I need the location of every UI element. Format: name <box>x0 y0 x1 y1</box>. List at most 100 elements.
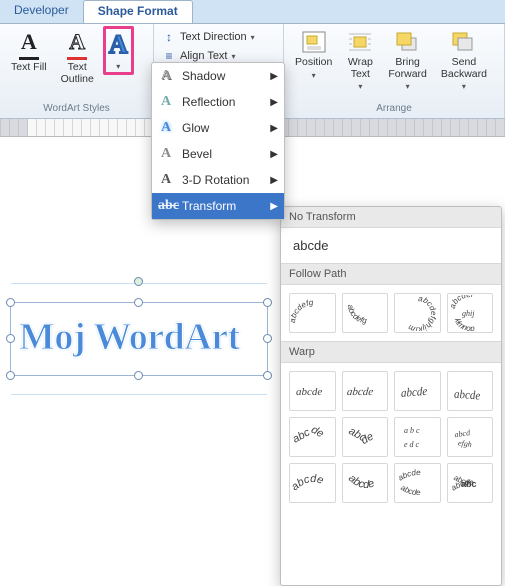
transform-arch-up[interactable]: abcdefg <box>289 293 336 333</box>
transform-icon: abc <box>158 198 174 214</box>
group-label-arrange: Arrange <box>290 103 498 116</box>
transform-warp-ring-out[interactable]: abcdefgh <box>447 417 494 457</box>
svg-text:abcde: abcde <box>401 384 427 400</box>
submenu-arrow-icon: ▶ <box>270 175 278 186</box>
text-direction-icon: ↕ <box>162 30 176 44</box>
transform-warp-plain[interactable]: abcde <box>289 371 336 411</box>
menu-shadow[interactable]: A Shadow▶ <box>152 63 284 89</box>
chevron-down-icon: ▾ <box>116 62 120 71</box>
chevron-down-icon: ▾ <box>358 82 362 91</box>
svg-text:ghij: ghij <box>462 309 475 318</box>
svg-text:abcde: abcde <box>291 473 325 493</box>
wrap-text-button[interactable]: Wrap Text ▾ <box>341 26 379 94</box>
svg-text:abcdefg: abcdefg <box>346 304 368 325</box>
text-effects-dropdown: A Shadow▶ A Reflection▶ A Glow▶ A Bevel▶… <box>151 62 285 220</box>
chevron-down-icon: ▾ <box>406 82 410 91</box>
align-text-icon: ≡ <box>162 49 176 63</box>
svg-text:abcdefg: abcdefg <box>291 298 314 323</box>
transform-warp-dbl-arch2[interactable]: abcdeabcabcde <box>447 463 494 503</box>
svg-text:abcde: abcde <box>399 483 421 497</box>
transform-warp-arch-down[interactable]: abcde <box>342 463 389 503</box>
transform-warp-chev-up[interactable]: abcde <box>289 417 336 457</box>
rotate-handle[interactable] <box>134 277 143 286</box>
group-arrange: Position ▾ Wrap Text ▾ Bring Forward ▾ <box>284 24 505 118</box>
shadow-icon: A <box>158 68 174 84</box>
svg-text:abcde: abcde <box>346 425 375 447</box>
resize-handle[interactable] <box>263 334 272 343</box>
chevron-down-icon: ▾ <box>232 52 236 61</box>
chevron-down-icon: ▾ <box>251 33 255 42</box>
group-label-wordart: WordArt Styles <box>6 103 147 116</box>
transform-warp-stop[interactable]: abcde <box>342 371 389 411</box>
resize-handle[interactable] <box>134 298 143 307</box>
resize-handle[interactable] <box>263 298 272 307</box>
resize-handle[interactable] <box>6 371 15 380</box>
svg-text:abcdefghijklm: abcdefghijklm <box>407 295 438 331</box>
wordart-text[interactable]: Moj WordArt <box>11 303 267 371</box>
submenu-arrow-icon: ▶ <box>270 97 278 108</box>
transform-warp-arch-up[interactable]: abcde <box>289 463 336 503</box>
position-button[interactable]: Position ▾ <box>290 26 337 83</box>
wordart-selection[interactable]: Moj WordArt <box>10 302 268 376</box>
svg-text:klmnop: klmnop <box>453 317 476 331</box>
svg-text:abcde: abcde <box>346 386 374 398</box>
submenu-arrow-icon: ▶ <box>270 123 278 134</box>
rotation-3d-icon: A <box>158 172 174 188</box>
menu-reflection[interactable]: A Reflection▶ <box>152 89 284 115</box>
resize-handle[interactable] <box>6 298 15 307</box>
text-outline-icon: A <box>69 29 85 55</box>
reflection-icon: A <box>158 94 174 110</box>
submenu-arrow-icon: ▶ <box>270 201 278 212</box>
transform-warp-ring-in[interactable]: a b c e d c <box>394 417 441 457</box>
transform-warp-dbl-arch[interactable]: abcdeabcde <box>394 463 441 503</box>
resize-handle[interactable] <box>263 371 272 380</box>
transform-circle[interactable]: abcdefghijklm <box>394 293 441 333</box>
svg-text:abcde: abcde <box>291 424 326 446</box>
svg-text:abcd: abcd <box>454 428 472 439</box>
menu-bevel[interactable]: A Bevel▶ <box>152 141 284 167</box>
menu-3d-rotation[interactable]: A 3-D Rotation▶ <box>152 167 284 193</box>
text-effects-icon: A <box>109 30 128 60</box>
transform-warp-tri-down[interactable]: abcde <box>447 371 494 411</box>
svg-text:e d c: e d c <box>404 440 420 449</box>
svg-text:abcde: abcde <box>397 468 422 483</box>
svg-text:abcde: abcde <box>454 387 480 403</box>
gallery-header-follow-path: Follow Path <box>281 263 501 285</box>
bring-forward-button[interactable]: Bring Forward ▾ <box>383 26 432 94</box>
text-effects-button[interactable]: A ▾ <box>103 26 134 75</box>
transform-warp-chev-down[interactable]: abcde <box>342 417 389 457</box>
menu-glow[interactable]: A Glow▶ <box>152 115 284 141</box>
text-outline-button[interactable]: A Text Outline <box>56 26 99 88</box>
resize-handle[interactable] <box>6 334 15 343</box>
bring-forward-icon <box>394 29 422 55</box>
bevel-icon: A <box>158 146 174 162</box>
tab-developer[interactable]: Developer <box>0 0 83 23</box>
send-backward-button[interactable]: Send Backward ▾ <box>436 26 492 94</box>
chevron-down-icon: ▾ <box>462 82 466 91</box>
send-backward-icon <box>450 29 478 55</box>
group-wordart-styles: A Text Fill A Text Outline A ▾ WordArt S… <box>0 24 154 118</box>
svg-text:abcde: abcde <box>346 472 376 491</box>
wrap-text-icon <box>346 29 374 55</box>
transform-arch-down[interactable]: abcdefg <box>342 293 389 333</box>
ribbon-tabs: Developer Shape Format <box>0 0 505 24</box>
text-fill-icon: A <box>21 29 37 55</box>
transform-button[interactable]: abcdefghijklmnop <box>447 293 494 333</box>
submenu-arrow-icon: ▶ <box>270 149 278 160</box>
text-direction-button[interactable]: ↕ Text Direction ▾ <box>160 29 277 45</box>
tab-shape-format[interactable]: Shape Format <box>83 0 193 23</box>
gallery-header-no-transform: No Transform <box>281 207 501 228</box>
chevron-down-icon: ▾ <box>312 71 316 80</box>
text-fill-button[interactable]: A Text Fill <box>6 26 52 77</box>
transform-gallery: No Transform abcde Follow Path abcdefg a… <box>280 206 502 586</box>
position-icon <box>300 29 328 55</box>
transform-warp-tri-up[interactable]: abcde <box>394 371 441 411</box>
glow-icon: A <box>158 120 174 136</box>
gallery-item-abcde[interactable]: abcde <box>281 228 501 263</box>
submenu-arrow-icon: ▶ <box>270 71 278 82</box>
svg-text:a b c: a b c <box>404 426 420 435</box>
svg-text:abcdef: abcdef <box>449 295 474 310</box>
resize-handle[interactable] <box>134 371 143 380</box>
svg-text:efgh: efgh <box>457 438 472 449</box>
menu-transform[interactable]: abc Transform▶ <box>152 193 284 219</box>
